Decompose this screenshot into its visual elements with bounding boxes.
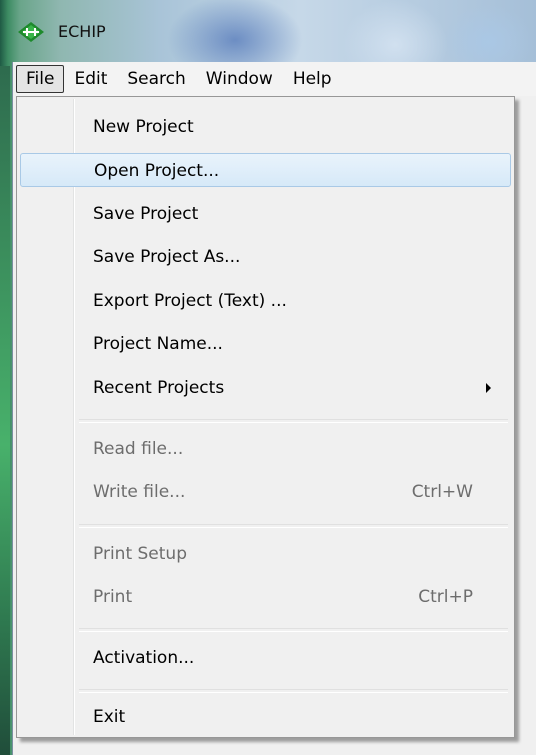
menu-search[interactable]: Search [117,65,195,93]
menu-item-project-name[interactable]: Project Name... [20,327,511,361]
menu-bar: File Edit Search Window Help [16,62,536,96]
menu-separator [79,628,508,632]
menu-icon-gutter [73,99,75,735]
menu-item-label: New Project [93,117,194,137]
menu-separator [79,524,508,528]
menu-item-label: Open Project... [94,161,220,181]
menu-help[interactable]: Help [283,65,342,93]
menu-item-shortcut: Ctrl+W [411,482,473,502]
menu-item-label: Print [93,587,133,607]
menu-item-save-project-as[interactable]: Save Project As... [20,240,511,274]
menu-item-export-project[interactable]: Export Project (Text) ... [20,284,511,318]
menu-item-open-project[interactable]: Open Project... [20,153,511,187]
menu-item-label: Exit [93,707,126,727]
menu-item-label: Save Project As... [93,247,241,267]
menu-item-recent-projects[interactable]: Recent Projects [20,371,511,405]
menu-item-read-file: Read file... [20,432,511,466]
menu-item-exit[interactable]: Exit [20,700,511,734]
menu-window[interactable]: Window [196,65,283,93]
menu-item-activation[interactable]: Activation... [20,641,511,675]
menu-item-new-project[interactable]: New Project [20,110,511,144]
menu-item-print-setup: Print Setup [20,537,511,571]
echip-app-icon [18,22,44,42]
menu-item-print: Print Ctrl+P [20,580,511,614]
menu-item-save-project[interactable]: Save Project [20,197,511,231]
file-menu-dropdown: New Project Open Project... Save Project… [16,96,515,738]
menu-separator [79,419,508,423]
menu-item-shortcut: Ctrl+P [418,587,473,607]
menu-item-label: Recent Projects [93,378,225,398]
menu-separator [79,689,508,693]
menu-item-label: Print Setup [93,544,187,564]
menu-item-label: Save Project [93,204,199,224]
frame-left-edge [0,66,10,755]
menu-item-label: Read file... [93,439,184,459]
chevron-right-icon [486,383,491,393]
menu-item-label: Export Project (Text) ... [93,291,287,311]
menu-item-label: Project Name... [93,334,223,354]
menu-item-label: Write file... [93,482,186,502]
window-frame: ECHIP File Edit Search Window Help New P… [0,0,536,755]
menu-edit[interactable]: Edit [64,65,117,93]
menu-item-write-file: Write file... Ctrl+W [20,475,511,509]
menu-file[interactable]: File [16,65,65,93]
menu-item-label: Activation... [93,648,195,668]
window-title: ECHIP [58,22,106,41]
